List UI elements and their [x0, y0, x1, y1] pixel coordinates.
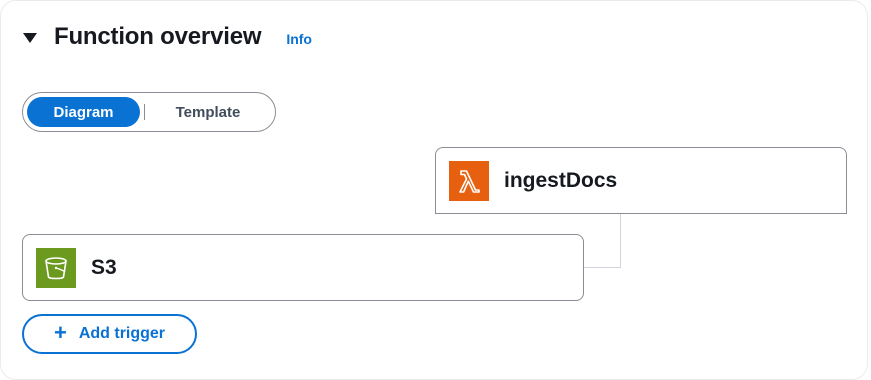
function-overview-panel: Function overview Info Diagram Template …: [0, 0, 868, 380]
template-tab[interactable]: Template: [149, 97, 267, 127]
lambda-icon: [449, 160, 489, 201]
plus-icon: +: [53, 320, 67, 345]
toggle-divider: [144, 104, 145, 120]
trigger-node[interactable]: S3: [22, 234, 584, 301]
connector-line: [584, 267, 621, 268]
info-link[interactable]: Info: [286, 31, 312, 47]
s3-bucket-icon: [36, 247, 76, 288]
add-trigger-label: Add trigger: [78, 325, 166, 342]
function-name: ingestDocs: [504, 168, 618, 192]
section-header: Function overview Info: [23, 21, 312, 53]
trigger-name: S3: [91, 255, 117, 279]
collapse-caret-icon[interactable]: [23, 33, 37, 43]
function-node[interactable]: ingestDocs: [435, 147, 847, 214]
diagram-tab[interactable]: Diagram: [27, 97, 140, 127]
section-title: Function overview: [54, 23, 262, 50]
connector-line: [620, 213, 621, 268]
view-toggle: Diagram Template: [22, 92, 276, 132]
add-trigger-button[interactable]: + Add trigger: [22, 314, 197, 354]
